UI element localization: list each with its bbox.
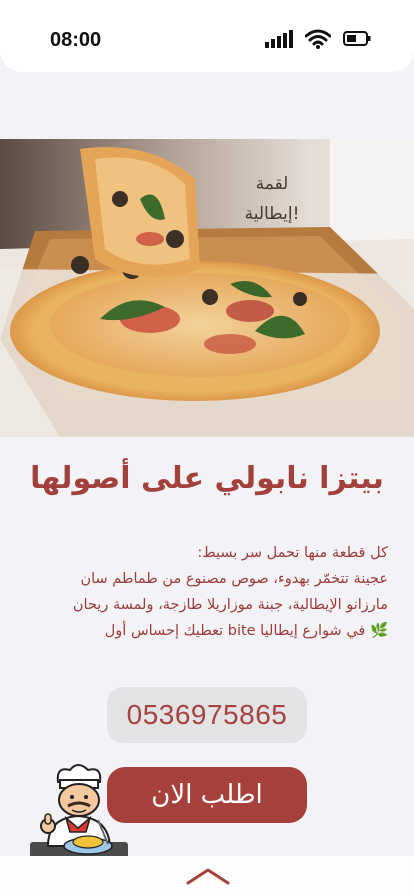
description-line: 🌿 في شوارع إيطاليا bite تعطيك إحساس أول [104,623,388,639]
description: كل قطعة منها تحمل سر بسيط: عجينة تتخمّر … [18,540,388,644]
wifi-icon [305,29,331,49]
status-bar: 08:00 [0,0,414,72]
page-title: بيتزا نابولي على أصولها [30,461,384,496]
signal-bars-icon [265,30,293,48]
description-line: كل قطعة منها تحمل سر بسيط: [197,545,388,561]
description-line: عجينة تتخمّر بهدوء، صوص مصنوع من طماطم س… [80,571,388,587]
pizza-hero-image: لقمة إيطالية! [0,139,414,437]
chevron-up-icon[interactable] [185,866,231,886]
description-line: مارزانو الإيطالية، جبنة موزاريلا طازجة، … [72,597,388,613]
battery-icon [343,31,371,46]
hero-overlay-line1: لقمة [256,174,289,194]
status-time: 08:00 [50,29,102,51]
hero-overlay-line2: إيطالية! [245,204,300,224]
order-now-button[interactable]: اطلب الان [107,767,307,823]
phone-number-button[interactable]: 0536975865 [107,687,307,743]
